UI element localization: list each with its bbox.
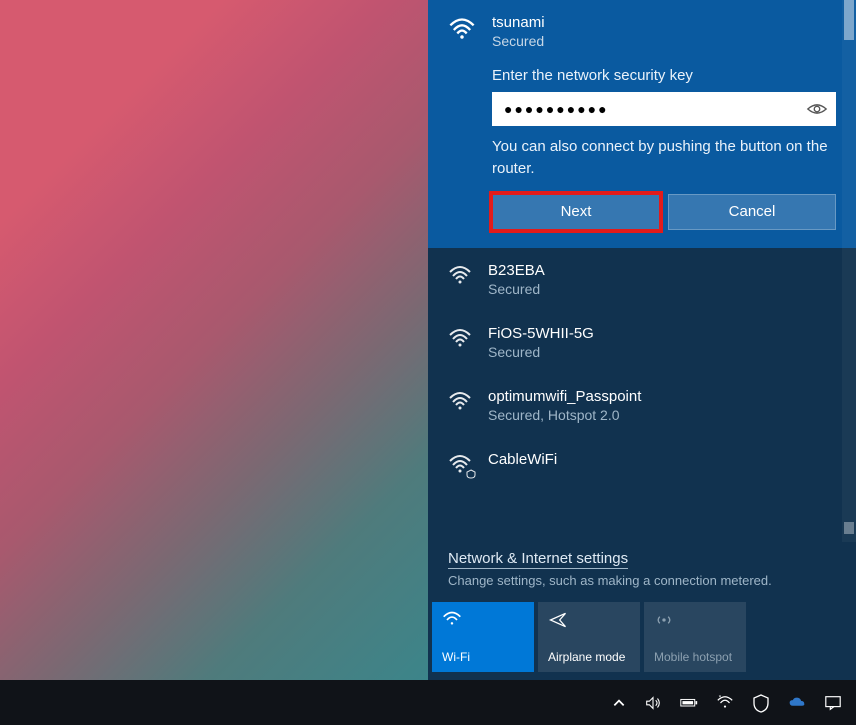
wifi-icon	[442, 610, 462, 628]
scrollbar[interactable]	[842, 0, 856, 542]
airplane-icon	[548, 610, 568, 628]
mobile-hotspot-tile[interactable]: Mobile hotspot	[644, 602, 746, 672]
network-name: CableWiFi	[488, 451, 557, 468]
password-masked-value: ●●●●●●●●●●	[504, 101, 609, 117]
network-item[interactable]: CableWiFi	[428, 437, 856, 489]
network-item[interactable]: optimumwifi_Passpoint Secured, Hotspot 2…	[428, 374, 856, 437]
network-name: FiOS-5WHII-5G	[488, 325, 594, 342]
airplane-mode-tile[interactable]: Airplane mode	[538, 602, 640, 672]
wps-hint: You can also connect by pushing the butt…	[492, 136, 836, 180]
network-name: B23EBA	[488, 262, 545, 279]
scrollbar-down[interactable]	[844, 522, 854, 534]
network-item[interactable]: B23EBA Secured	[428, 248, 856, 311]
wifi-icon	[448, 16, 476, 40]
password-input[interactable]: ●●●●●●●●●●	[492, 92, 836, 126]
speaker-icon[interactable]	[644, 694, 662, 712]
desktop-wallpaper	[0, 0, 428, 680]
network-flyout: tsunami Secured Enter the network securi…	[428, 0, 856, 680]
quick-action-tiles: Wi-Fi Airplane mode Mobile hotspot	[428, 598, 856, 680]
wifi-icon	[448, 390, 472, 412]
network-settings-area: Network & Internet settings Change setti…	[428, 542, 856, 598]
connecting-network: tsunami Secured Enter the network securi…	[428, 0, 856, 248]
wifi-tile[interactable]: Wi-Fi	[432, 602, 534, 672]
wifi-icon	[448, 264, 472, 286]
network-settings-link[interactable]: Network & Internet settings	[448, 550, 628, 569]
tile-label: Mobile hotspot	[654, 650, 736, 664]
network-status: Secured	[488, 281, 545, 297]
network-name: tsunami	[492, 14, 545, 31]
network-settings-desc: Change settings, such as making a connec…	[448, 573, 836, 588]
network-status: Secured, Hotspot 2.0	[488, 407, 641, 423]
connect-buttons: Next Cancel	[492, 194, 836, 230]
reveal-password-icon[interactable]	[806, 98, 828, 120]
scrollbar-thumb[interactable]	[844, 0, 854, 40]
network-status: Secured	[488, 344, 594, 360]
action-center-icon[interactable]	[824, 694, 842, 712]
cancel-button[interactable]: Cancel	[668, 194, 836, 230]
network-item[interactable]: FiOS-5WHII-5G Secured	[428, 311, 856, 374]
network-name: optimumwifi_Passpoint	[488, 388, 641, 405]
taskbar: *	[0, 680, 856, 725]
hotspot-icon	[654, 610, 674, 628]
wifi-icon	[448, 327, 472, 349]
onedrive-icon[interactable]	[788, 694, 806, 712]
battery-icon[interactable]	[680, 694, 698, 712]
tray-overflow-icon[interactable]	[612, 696, 626, 710]
open-wifi-shield-icon	[448, 453, 472, 475]
tile-label: Airplane mode	[548, 650, 630, 664]
network-list: tsunami Secured Enter the network securi…	[428, 0, 856, 542]
defender-icon[interactable]	[752, 694, 770, 712]
tile-label: Wi-Fi	[442, 650, 524, 664]
security-key-prompt: Enter the network security key	[492, 67, 836, 84]
network-header: tsunami Secured	[448, 14, 836, 49]
wifi-tray-icon[interactable]: *	[716, 694, 734, 712]
next-button[interactable]: Next	[492, 194, 660, 230]
network-status: Secured	[492, 33, 545, 49]
